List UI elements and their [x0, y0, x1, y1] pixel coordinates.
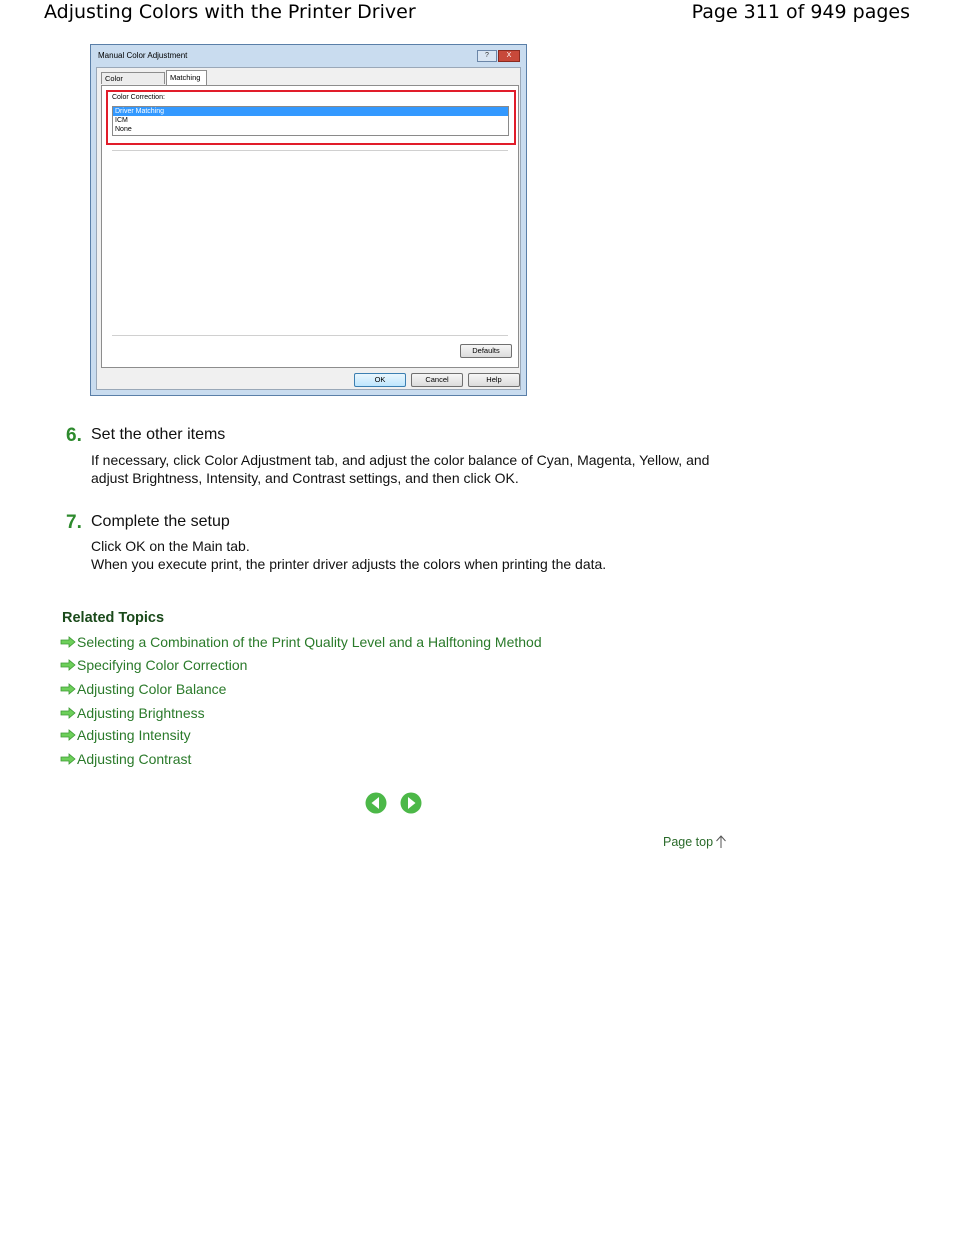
- green-arrow-icon: [60, 729, 76, 741]
- manual-color-adjustment-dialog: Manual Color Adjustment ? X Color Adjust…: [90, 44, 527, 396]
- step-title: Set the other items: [91, 426, 226, 443]
- green-arrow-icon: [60, 683, 76, 695]
- close-window-icon[interactable]: X: [498, 50, 520, 62]
- related-link[interactable]: Specifying Color Correction: [60, 656, 247, 674]
- left-arrow-circle-icon[interactable]: [365, 792, 387, 814]
- help-window-icon[interactable]: ?: [477, 50, 497, 62]
- dialog-title: Manual Color Adjustment: [98, 51, 188, 60]
- tab-color-adjustment[interactable]: Color Adjustment: [101, 72, 165, 95]
- help-button[interactable]: Help: [468, 373, 520, 387]
- divider: [112, 335, 508, 336]
- step-description: If necessary, click Color Adjustment tab…: [91, 452, 741, 487]
- green-arrow-icon: [60, 707, 76, 719]
- up-arrow-icon: [716, 835, 726, 848]
- list-item-icm[interactable]: ICM: [113, 116, 508, 125]
- related-link-text[interactable]: Specifying Color Correction: [77, 657, 247, 673]
- related-topics-heading: Related Topics: [62, 610, 165, 626]
- document-title: Adjusting Colors with the Printer Driver: [44, 1, 416, 23]
- related-link[interactable]: Adjusting Brightness: [60, 704, 205, 722]
- green-arrow-icon: [60, 659, 76, 671]
- matching-panel: Color Correction: Driver Matching ICM No…: [101, 85, 519, 368]
- related-link-text[interactable]: Selecting a Combination of the Print Qua…: [77, 634, 542, 650]
- step-number: 7.: [66, 512, 82, 533]
- green-arrow-icon: [60, 636, 76, 648]
- dialog-body: Color Adjustment Matching Color Correcti…: [96, 67, 521, 390]
- window-controls: ? X: [477, 50, 520, 62]
- step-line: adjust Brightness, Intensity, and Contra…: [91, 469, 519, 486]
- page-indicator: Page 311 of 949 pages: [691, 1, 910, 23]
- related-link[interactable]: Adjusting Color Balance: [60, 680, 226, 698]
- cancel-button[interactable]: Cancel: [411, 373, 463, 387]
- step-title: Complete the setup: [91, 513, 230, 530]
- related-link[interactable]: Adjusting Contrast: [60, 750, 191, 768]
- color-correction-listbox[interactable]: Driver Matching ICM None: [112, 106, 509, 136]
- related-link[interactable]: Adjusting Intensity: [60, 726, 191, 744]
- step-line: If necessary, click Color Adjustment tab…: [91, 452, 710, 468]
- highlight-box: Color Correction: Driver Matching ICM No…: [106, 90, 516, 145]
- related-link[interactable]: Selecting a Combination of the Print Qua…: [60, 633, 542, 651]
- list-item-none[interactable]: None: [113, 125, 508, 134]
- step-number: 6.: [66, 425, 82, 446]
- step-line: When you execute print, the printer driv…: [91, 555, 607, 572]
- related-link-text[interactable]: Adjusting Brightness: [77, 705, 205, 721]
- step-line: Click OK on the Main tab.: [91, 538, 250, 554]
- tab-matching[interactable]: Matching: [166, 70, 207, 86]
- related-link-text[interactable]: Adjusting Contrast: [77, 751, 191, 767]
- related-link-text[interactable]: Adjusting Color Balance: [77, 681, 226, 697]
- color-correction-label: Color Correction:: [112, 94, 165, 101]
- defaults-button[interactable]: Defaults: [460, 344, 512, 358]
- ok-button[interactable]: OK: [354, 373, 406, 387]
- divider: [112, 150, 508, 151]
- step-description: Click OK on the Main tab. When you execu…: [91, 538, 741, 573]
- page-top-link[interactable]: Page top: [663, 835, 727, 849]
- right-arrow-circle-icon[interactable]: [400, 792, 422, 814]
- green-arrow-icon: [60, 753, 76, 765]
- list-item-driver-matching[interactable]: Driver Matching: [113, 107, 508, 116]
- page-top-label[interactable]: Page top: [663, 835, 713, 849]
- related-link-text[interactable]: Adjusting Intensity: [77, 727, 191, 743]
